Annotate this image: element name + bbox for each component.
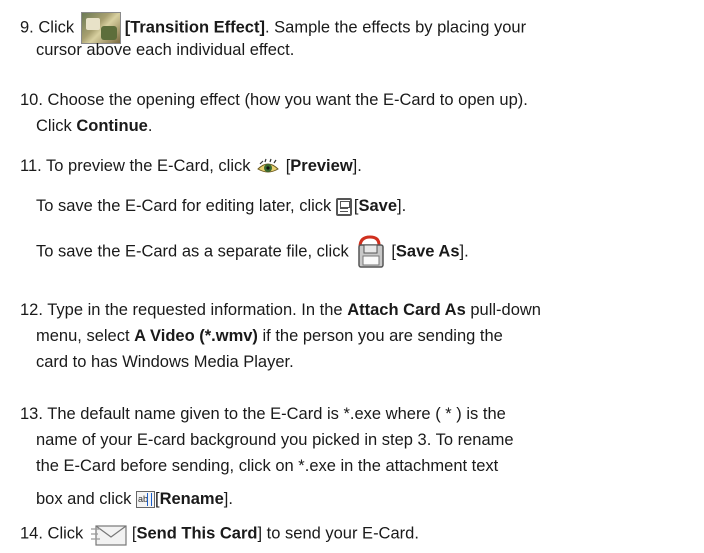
rename-text-icon[interactable]: ab <box>135 491 155 509</box>
attach-card-as-label: Attach Card As <box>347 301 466 319</box>
step-text: box and click <box>36 490 132 508</box>
step-text: . Sample the effects by placing your <box>264 18 527 37</box>
step-11-line-3: To save the E-Card as a separate file, c… <box>36 235 469 269</box>
save-as-label: Save As <box>395 242 460 261</box>
step-13-line-1: 13. The default name given to the E-Card… <box>20 405 506 425</box>
step-text: To preview the E-Card, click <box>46 157 251 175</box>
step-text: Click <box>36 117 72 135</box>
step-12-line-3: card to has Windows Media Player. <box>36 353 294 373</box>
step-number: 11. <box>20 157 42 175</box>
step-number: 14. <box>20 524 43 543</box>
step-13-line-2: name of your E-card background you picke… <box>36 431 514 451</box>
step-text: menu, select <box>36 327 130 345</box>
step-number: 9. <box>20 18 34 37</box>
video-option-label: A Video (*.wmv) <box>134 327 258 345</box>
step-text: cursor above each individual effect. <box>36 41 295 59</box>
step-text: To save the E-Card for editing later, cl… <box>36 197 332 215</box>
step-text: Type in the requested information. In th… <box>47 301 343 319</box>
transition-effect-icon[interactable] <box>80 12 121 44</box>
step-number: 10. <box>20 91 43 109</box>
step-number: 13. <box>20 405 43 423</box>
step-9-line-1: 9. Click [Transition Effect]. Sample the… <box>20 12 526 44</box>
step-text: The default name given to the E-Card is … <box>47 405 506 423</box>
step-text: the E-Card before sending, click on *.ex… <box>36 457 499 475</box>
step-9-line-2: cursor above each individual effect. <box>36 41 294 61</box>
step-text: To save the E-Card as a separate file, c… <box>36 242 349 261</box>
step-12-line-2: menu, select A Video (*.wmv) if the pers… <box>36 327 503 347</box>
continue-label: Continue <box>76 117 148 135</box>
send-envelope-icon[interactable] <box>90 521 128 547</box>
step-13-line-3: the E-Card before sending, click on *.ex… <box>36 457 498 477</box>
step-text: name of your E-card background you picke… <box>36 431 514 449</box>
step-10-line-2: Click Continue. <box>36 117 152 137</box>
transition-effect-label: [Transition Effect] <box>124 18 265 37</box>
step-12-line-1: 12. Type in the requested information. I… <box>20 301 541 321</box>
step-text: card to has Windows Media Player. <box>36 353 294 371</box>
step-text: Click <box>47 524 84 543</box>
save-label: Save <box>358 197 398 215</box>
step-text: if the person you are sending the <box>262 327 503 345</box>
step-text: Choose the opening effect (how you want … <box>47 91 528 109</box>
save-floppy-icon[interactable] <box>335 197 352 216</box>
step-14-line-1: 14. Click [Send This Card] to send your … <box>20 521 419 547</box>
step-text: pull-down <box>470 301 541 319</box>
step-text: Click <box>38 18 75 37</box>
rename-label: Rename <box>159 490 224 508</box>
save-as-floppy-icon[interactable] <box>355 235 387 269</box>
step-number: 12. <box>20 301 43 319</box>
step-text: . <box>147 117 153 135</box>
step-10-line-1: 10. Choose the opening effect (how you w… <box>20 91 528 111</box>
preview-eye-icon[interactable] <box>257 158 279 176</box>
step-text: ] to send your E-Card. <box>257 524 419 543</box>
step-11-line-2: To save the E-Card for editing later, cl… <box>36 197 407 216</box>
preview-label: Preview <box>290 157 353 175</box>
step-13-line-4: box and click ab [Rename]. <box>36 490 233 509</box>
send-this-card-label: Send This Card <box>136 524 258 543</box>
step-11-line-1: 11. To preview the E-Card, click [Previe… <box>20 157 362 176</box>
